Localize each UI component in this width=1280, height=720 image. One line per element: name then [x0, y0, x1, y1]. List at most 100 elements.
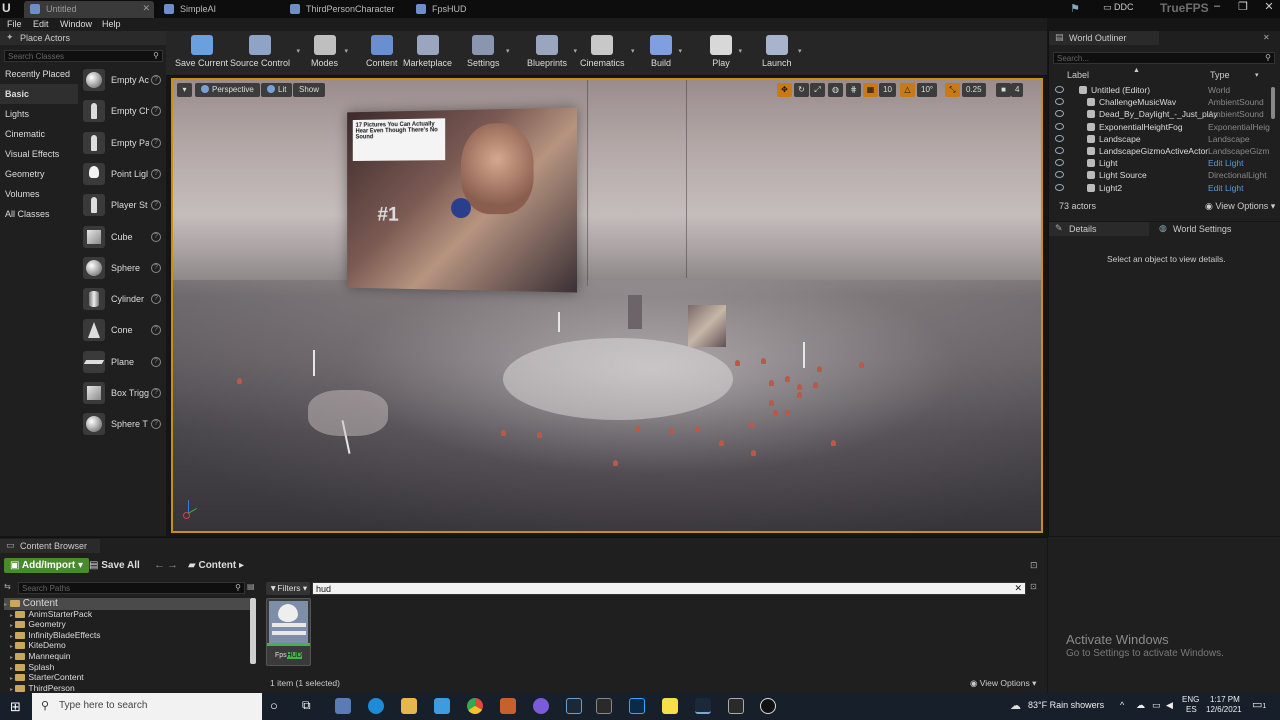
place-actors-tab[interactable]: ✦ Place Actors: [0, 31, 166, 45]
save-all-button[interactable]: ▤ Save All: [89, 560, 140, 571]
chevron-down-icon[interactable]: ▾: [345, 47, 349, 55]
epic-games-icon[interactable]: [596, 698, 612, 714]
actor-pole[interactable]: [558, 312, 560, 332]
enemy-marker[interactable]: [769, 380, 774, 386]
enemy-marker[interactable]: [669, 428, 674, 434]
rotation-snap-icon[interactable]: △: [900, 83, 915, 97]
help-icon[interactable]: ?: [151, 200, 161, 211]
visibility-eye-icon[interactable]: [1055, 134, 1064, 142]
world-settings-tab[interactable]: ◍ World Settings: [1153, 222, 1253, 236]
enemy-marker[interactable]: [237, 378, 242, 384]
world-outliner-tab[interactable]: ▤ World Outliner: [1049, 31, 1159, 45]
enemy-marker[interactable]: [635, 426, 640, 432]
help-icon[interactable]: ?: [151, 388, 161, 398]
modes-button[interactable]: Modes ▾: [311, 33, 348, 75]
steam-icon[interactable]: [566, 698, 582, 714]
help-icon[interactable]: ?: [151, 356, 161, 367]
column-type[interactable]: Type: [1210, 70, 1230, 82]
outliner-row[interactable]: Dead_By_Daylight_-_Just_play AmbientSound: [1049, 108, 1280, 120]
back-icon[interactable]: ←: [154, 559, 165, 571]
details-tab[interactable]: ✎ Details: [1049, 222, 1149, 236]
chevron-up-icon[interactable]: ^: [1120, 700, 1124, 710]
folder-item[interactable]: ▸ Mannequin: [10, 651, 70, 662]
blueprints-button[interactable]: Blueprints ▾: [527, 33, 577, 75]
rotation-snap-value[interactable]: 10°: [917, 83, 938, 97]
outliner-row[interactable]: LandscapeGizmoActiveActor LandscapeGizm: [1049, 145, 1280, 157]
enemy-marker[interactable]: [831, 440, 836, 446]
maximize-icon[interactable]: ❐: [1230, 0, 1256, 18]
file-explorer-icon[interactable]: [401, 698, 417, 714]
expand-arrow-icon[interactable]: ▸: [4, 602, 7, 608]
folder-item[interactable]: ▸ Geometry: [10, 619, 66, 630]
messenger-icon[interactable]: [533, 698, 549, 714]
enemy-marker[interactable]: [749, 422, 754, 428]
taskbar-search-input[interactable]: ⚲ Type here to search: [32, 693, 262, 720]
folder-item[interactable]: ▸ InfinityBladeEffects: [10, 630, 101, 641]
level-viewport[interactable]: ▾ Perspective Lit Show ✥ ↻ ⤢ ◍ ⋕ ▦ 10 △ …: [171, 78, 1043, 533]
save-current-button[interactable]: Save Current: [175, 33, 228, 75]
folder-item[interactable]: ▸ KiteDemo: [10, 640, 66, 651]
enemy-marker[interactable]: [785, 376, 790, 382]
surface-snap-icon[interactable]: ⋕: [846, 83, 861, 97]
camera-speed-icon[interactable]: ■: [996, 83, 1011, 97]
save-search-icon[interactable]: ⊡: [1030, 582, 1037, 591]
expand-arrow-icon[interactable]: ▸: [10, 613, 13, 619]
visibility-eye-icon[interactable]: [1055, 171, 1064, 179]
help-icon[interactable]: ?: [151, 294, 161, 305]
perspective-button[interactable]: Perspective: [195, 83, 260, 97]
chevron-down-icon[interactable]: ▾: [297, 47, 301, 55]
edge-icon[interactable]: [368, 698, 384, 714]
enemy-marker[interactable]: [695, 426, 700, 432]
expand-arrow-icon[interactable]: ▸: [10, 666, 13, 672]
world-local-icon[interactable]: ◍: [828, 83, 843, 97]
content-button[interactable]: Content: [366, 33, 398, 75]
task-view-icon[interactable]: ⧉: [302, 698, 311, 713]
expand-arrow-icon[interactable]: ▸: [10, 676, 13, 682]
chevron-down-icon[interactable]: ▾: [738, 47, 742, 55]
network-icon[interactable]: ▭: [1152, 700, 1161, 711]
visibility-eye-icon[interactable]: [1055, 159, 1064, 167]
notification-icon[interactable]: ▭1: [1252, 698, 1266, 711]
category-volumes[interactable]: Volumes: [0, 184, 78, 204]
clock-date[interactable]: 12/6/2021: [1206, 705, 1242, 714]
enemy-marker[interactable]: [773, 410, 778, 416]
windows-start-icon[interactable]: ⊞: [10, 699, 21, 715]
chevron-down-icon[interactable]: ▾: [1255, 71, 1259, 83]
menu-help[interactable]: Help: [102, 19, 121, 29]
cortana-icon[interactable]: ○: [270, 698, 278, 713]
play-button[interactable]: Play ▾: [710, 33, 742, 75]
outliner-row[interactable]: ExponentialHeightFog ExponentialHeig: [1049, 121, 1280, 133]
enemy-marker[interactable]: [735, 360, 740, 366]
outliner-row[interactable]: Light Source DirectionalLight: [1049, 169, 1280, 181]
asset-search-input[interactable]: hud ✕: [312, 582, 1026, 595]
build-button[interactable]: Build ▾: [650, 33, 682, 75]
launch-button[interactable]: Launch ▾: [762, 33, 802, 75]
rotate-icon[interactable]: ↻: [794, 83, 809, 97]
search-paths-input[interactable]: Search Paths ⚲: [18, 582, 245, 594]
actor-item[interactable]: Cylinder?: [80, 285, 166, 316]
show-button[interactable]: Show: [293, 83, 326, 97]
filters-button[interactable]: ▼Filters ▾: [266, 582, 311, 595]
language-primary[interactable]: ENG: [1182, 695, 1199, 704]
help-icon[interactable]: ?: [151, 106, 161, 117]
help-icon[interactable]: ?: [151, 75, 161, 85]
onedrive-icon[interactable]: ☁: [1136, 700, 1145, 711]
app-icon[interactable]: [500, 698, 516, 714]
enemy-marker[interactable]: [859, 362, 864, 368]
visibility-eye-icon[interactable]: [1055, 122, 1064, 130]
close-window-icon[interactable]: ✕: [1256, 0, 1280, 18]
sources-toggle-icon[interactable]: ⇆: [4, 582, 11, 591]
outliner-type[interactable]: Edit Light: [1208, 183, 1270, 193]
scale-snap-value[interactable]: 0.25: [962, 83, 986, 97]
enemy-marker[interactable]: [769, 400, 774, 406]
help-icon[interactable]: ?: [151, 325, 161, 336]
expand-arrow-icon[interactable]: ▸: [10, 655, 13, 661]
enemy-marker[interactable]: [797, 384, 802, 390]
scale-icon[interactable]: ⤢: [810, 83, 825, 97]
menu-file[interactable]: File: [7, 19, 22, 29]
category-lights[interactable]: Lights: [0, 104, 78, 124]
actor-item[interactable]: Empty Ac?: [80, 66, 166, 97]
actor-item[interactable]: Empty Pa?: [80, 129, 166, 160]
app-icon[interactable]: [662, 698, 678, 714]
tab-fpshud[interactable]: FpsHUD: [410, 1, 535, 18]
